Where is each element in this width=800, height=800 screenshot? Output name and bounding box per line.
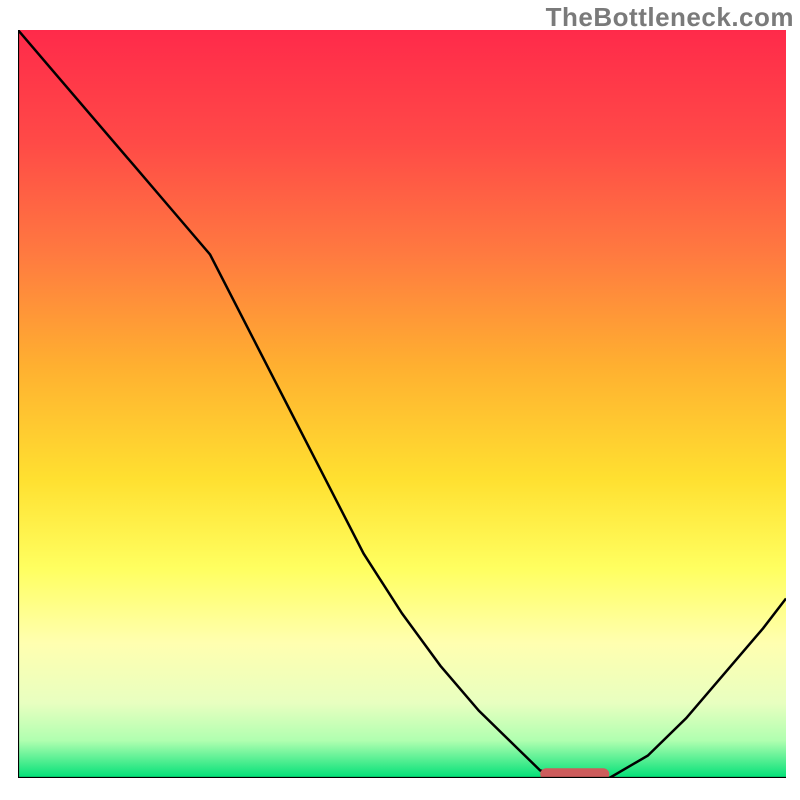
watermark-text: TheBottleneck.com (546, 2, 794, 33)
bottleneck-chart (18, 30, 786, 778)
gradient-background (18, 30, 786, 778)
optimal-range-marker (540, 768, 609, 778)
chart-plot-area (18, 30, 786, 778)
